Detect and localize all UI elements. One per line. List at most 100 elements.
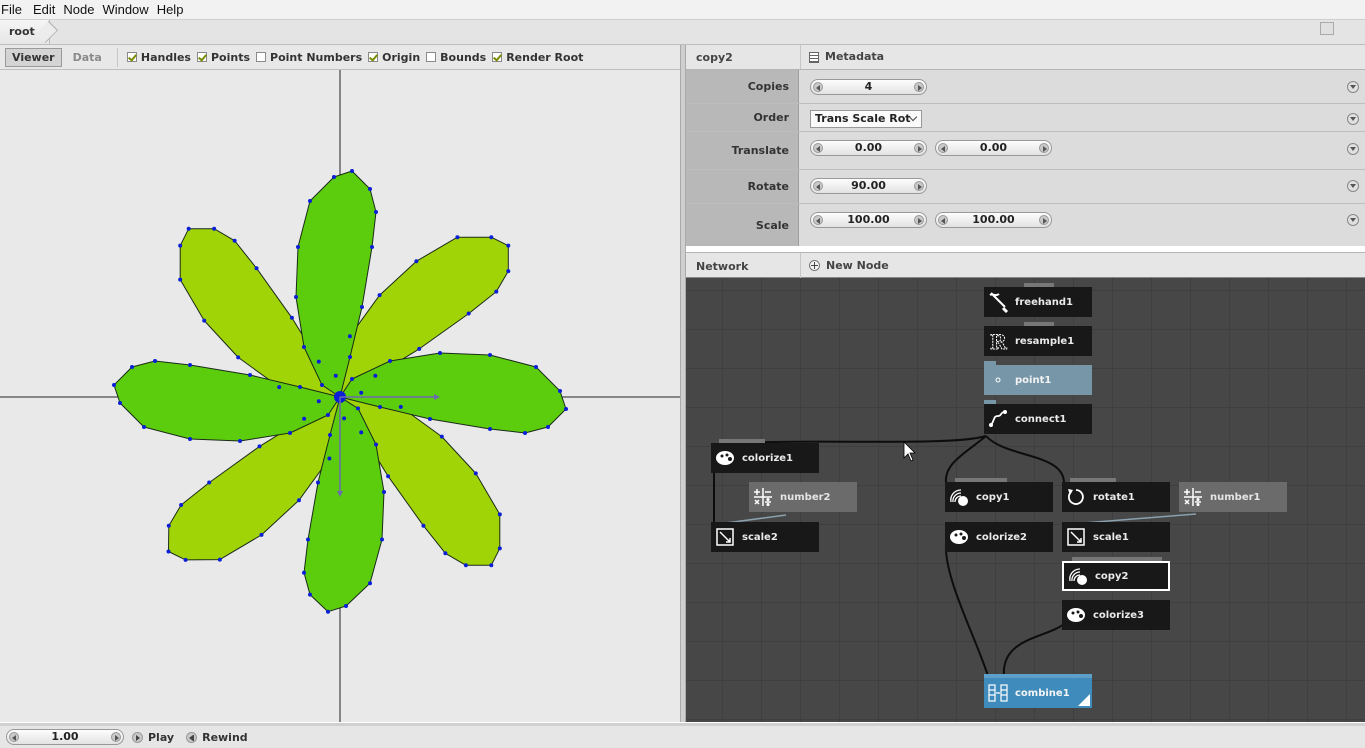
order-dropdown[interactable]: Trans Scale Rot — [810, 110, 922, 128]
menu-help[interactable]: Help — [153, 2, 188, 17]
point-marker — [298, 385, 302, 389]
node-port[interactable] — [955, 478, 1007, 482]
point-marker — [236, 355, 241, 360]
decrement-icon[interactable] — [813, 143, 823, 153]
decrement-icon[interactable] — [813, 82, 823, 92]
toggle-handles[interactable]: Handles — [126, 51, 191, 64]
decrement-icon[interactable] — [938, 143, 948, 153]
metadata-button[interactable]: Metadata — [800, 45, 884, 69]
increment-icon[interactable] — [914, 143, 924, 153]
menu-file[interactable]: File — [0, 2, 29, 17]
expand-icon[interactable] — [1347, 214, 1359, 226]
scale-x-slider[interactable]: 100.00 — [810, 212, 927, 228]
tab-viewer[interactable]: Viewer — [5, 47, 62, 67]
node-port[interactable] — [1070, 478, 1116, 482]
tab-data[interactable]: Data — [66, 48, 109, 67]
node-port[interactable] — [1072, 557, 1162, 561]
node-number1[interactable]: number1 — [1179, 482, 1287, 512]
point-marker — [316, 359, 321, 364]
expand-icon[interactable] — [1347, 113, 1359, 125]
decrement-icon[interactable] — [9, 732, 19, 742]
increment-icon[interactable] — [914, 82, 924, 92]
copies-slider[interactable]: 4 — [810, 79, 927, 95]
node-port[interactable] — [984, 400, 996, 404]
point-marker — [356, 406, 360, 411]
expand-icon[interactable] — [1347, 180, 1359, 192]
toggle-bounds-label: Bounds — [440, 50, 487, 64]
play-button[interactable]: Play — [132, 731, 174, 744]
scale-y-slider[interactable]: 100.00 — [935, 212, 1052, 228]
node-colorize1[interactable]: colorize1 — [711, 439, 819, 473]
frame-slider[interactable]: 1.00 — [6, 729, 124, 745]
node-freehand1[interactable]: freehand1 — [984, 283, 1092, 317]
breadcrumb-root[interactable]: root — [0, 20, 50, 44]
decrement-icon[interactable] — [813, 181, 823, 191]
checkbox-icon[interactable] — [126, 52, 137, 62]
increment-icon[interactable] — [111, 732, 121, 742]
node-port[interactable] — [984, 674, 1092, 678]
new-node-button[interactable]: New Node — [800, 253, 889, 278]
checkbox-icon[interactable] — [196, 52, 207, 62]
increment-icon[interactable] — [1039, 215, 1049, 225]
node-rotate1[interactable]: rotate1 — [1062, 478, 1170, 512]
increment-icon[interactable] — [914, 215, 924, 225]
toggle-bounds[interactable]: Bounds — [426, 51, 486, 64]
point-marker — [488, 427, 492, 431]
node-number2[interactable]: number2 — [749, 482, 857, 512]
increment-icon[interactable] — [914, 181, 924, 191]
point-marker — [254, 266, 259, 271]
node-scale2[interactable]: scale2 — [711, 522, 819, 552]
palette-icon — [945, 522, 973, 552]
node-colorize2[interactable]: colorize2 — [945, 522, 1053, 552]
node-colorize3[interactable]: colorize3 — [1062, 600, 1170, 630]
node-point1[interactable]: point1 — [984, 361, 1092, 395]
menu-node[interactable]: Node — [59, 2, 98, 17]
rotate-slider[interactable]: 90.00 — [810, 178, 927, 194]
node-port[interactable] — [1024, 283, 1054, 287]
decrement-icon[interactable] — [938, 215, 948, 225]
node-port[interactable] — [719, 439, 765, 443]
toggle-render-root[interactable]: Render Root — [492, 51, 583, 64]
rewind-button[interactable]: Rewind — [186, 731, 248, 744]
toggle-points[interactable]: Points — [196, 51, 250, 64]
checkbox-icon[interactable] — [368, 52, 379, 62]
scale-icon — [711, 522, 739, 552]
checkbox-icon[interactable] — [426, 52, 437, 62]
increment-icon[interactable] — [1039, 143, 1049, 153]
point-marker — [153, 359, 157, 363]
point-marker — [277, 385, 282, 390]
node-copy1[interactable]: copy1 — [945, 478, 1053, 512]
checkbox-icon[interactable] — [256, 52, 267, 62]
toggle-point-numbers[interactable]: Point Numbers — [256, 51, 362, 64]
node-combine1[interactable]: combine1 — [984, 674, 1092, 708]
viewer-canvas[interactable] — [0, 70, 680, 722]
node-copy2[interactable]: copy2 — [1062, 557, 1170, 591]
node-port[interactable] — [984, 361, 996, 365]
point-marker — [118, 401, 122, 405]
expand-icon[interactable] — [1347, 81, 1359, 93]
point-marker — [333, 373, 338, 378]
expand-icon[interactable] — [1347, 143, 1359, 155]
point-marker — [373, 373, 378, 378]
maximize-icon[interactable] — [1320, 22, 1334, 35]
point-marker — [473, 471, 478, 476]
network-canvas[interactable]: freehand1 R resample1 point1 connect1 co… — [686, 278, 1365, 722]
translate-y-slider[interactable]: 0.00 — [935, 140, 1052, 156]
node-scale1[interactable]: scale1 — [1062, 522, 1170, 552]
menu-window[interactable]: Window — [98, 2, 152, 17]
node-port[interactable] — [1024, 322, 1054, 326]
node-resample1[interactable]: R resample1 — [984, 322, 1092, 356]
point-marker — [428, 417, 432, 421]
translate-x-slider[interactable]: 0.00 — [810, 140, 927, 156]
toolbar-divider — [116, 47, 118, 67]
menu-edit[interactable]: Edit — [29, 2, 59, 17]
flower-shape — [0, 70, 680, 722]
checkbox-icon[interactable] — [492, 52, 503, 62]
decrement-icon[interactable] — [813, 215, 823, 225]
node-label: resample1 — [1015, 335, 1075, 347]
toggle-origin[interactable]: Origin — [368, 51, 420, 64]
node-label: colorize2 — [976, 531, 1028, 543]
point-marker — [497, 546, 502, 551]
node-connect1[interactable]: connect1 — [984, 400, 1092, 434]
point-marker — [308, 592, 312, 597]
